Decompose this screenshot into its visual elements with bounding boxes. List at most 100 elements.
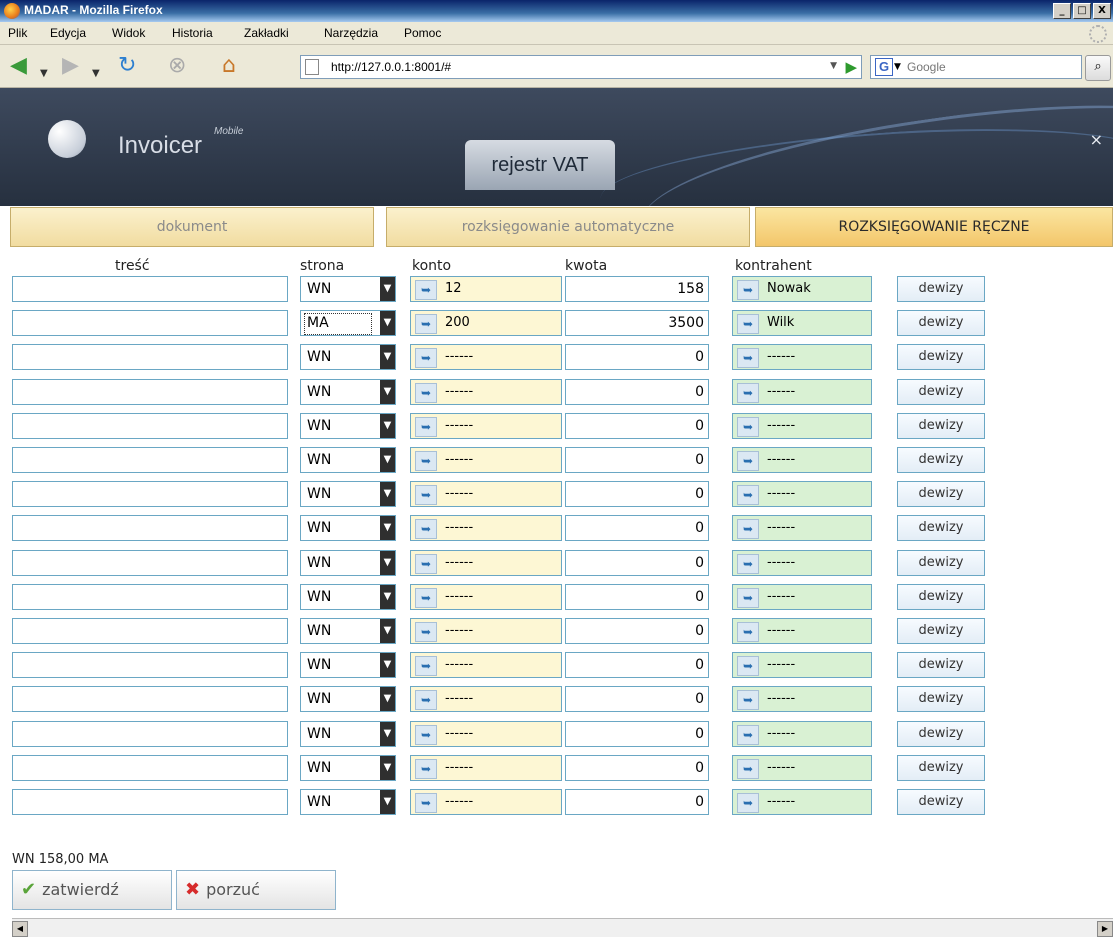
- kontrahent-picker[interactable]: ➥ ------: [732, 584, 872, 610]
- chevron-down-icon[interactable]: ▼: [380, 482, 395, 506]
- dewizy-button[interactable]: dewizy: [897, 276, 985, 302]
- chevron-down-icon[interactable]: ▼: [380, 551, 395, 575]
- pick-arrow-icon[interactable]: ➥: [737, 725, 759, 745]
- close-icon[interactable]: ×: [1090, 130, 1103, 149]
- menu-zakladki[interactable]: Zakładki: [244, 26, 289, 40]
- kwota-input[interactable]: 0: [565, 481, 709, 507]
- search-bar[interactable]: G ▼ Google: [870, 55, 1082, 79]
- kontrahent-picker[interactable]: ➥ ------: [732, 550, 872, 576]
- pick-arrow-icon[interactable]: ➥: [415, 417, 437, 437]
- konto-picker[interactable]: ➥ ------: [410, 344, 562, 370]
- dewizy-button[interactable]: dewizy: [897, 379, 985, 405]
- dewizy-button[interactable]: dewizy: [897, 584, 985, 610]
- pick-arrow-icon[interactable]: ➥: [415, 759, 437, 779]
- chevron-down-icon[interactable]: ▼: [380, 414, 395, 438]
- minimize-button[interactable]: _: [1053, 3, 1071, 19]
- url-text[interactable]: http://127.0.0.1:8001/#: [331, 60, 451, 74]
- tresc-input[interactable]: [12, 515, 288, 541]
- scroll-left-icon[interactable]: ◀: [12, 921, 28, 937]
- pick-arrow-icon[interactable]: ➥: [737, 383, 759, 403]
- back-dropdown-icon[interactable]: ▼: [40, 61, 48, 87]
- pick-arrow-icon[interactable]: ➥: [737, 519, 759, 539]
- pick-arrow-icon[interactable]: ➥: [415, 348, 437, 368]
- kwota-input[interactable]: 0: [565, 344, 709, 370]
- chevron-down-icon[interactable]: ▼: [380, 756, 395, 780]
- kontrahent-picker[interactable]: ➥ Wilk: [732, 310, 872, 336]
- pick-arrow-icon[interactable]: ➥: [737, 348, 759, 368]
- go-icon[interactable]: ▶: [845, 58, 857, 76]
- dewizy-button[interactable]: dewizy: [897, 652, 985, 678]
- search-placeholder[interactable]: Google: [907, 60, 946, 74]
- konto-picker[interactable]: ➥ ------: [410, 481, 562, 507]
- tresc-input[interactable]: [12, 686, 288, 712]
- pick-arrow-icon[interactable]: ➥: [737, 588, 759, 608]
- chevron-down-icon[interactable]: ▼: [380, 619, 395, 643]
- pick-arrow-icon[interactable]: ➥: [737, 554, 759, 574]
- chevron-down-icon[interactable]: ▼: [380, 345, 395, 369]
- konto-picker[interactable]: ➥ 200: [410, 310, 562, 336]
- dewizy-button[interactable]: dewizy: [897, 686, 985, 712]
- konto-picker[interactable]: ➥ ------: [410, 618, 562, 644]
- dewizy-button[interactable]: dewizy: [897, 447, 985, 473]
- konto-picker[interactable]: ➥ ------: [410, 789, 562, 815]
- strona-select[interactable]: WN ▼: [300, 618, 396, 644]
- discard-button[interactable]: ✖ porzuć: [176, 870, 336, 910]
- menu-plik[interactable]: Plik: [8, 26, 27, 40]
- menu-pomoc[interactable]: Pomoc: [404, 26, 441, 40]
- konto-picker[interactable]: ➥ ------: [410, 379, 562, 405]
- kontrahent-picker[interactable]: ➥ ------: [732, 515, 872, 541]
- konto-picker[interactable]: ➥ 12: [410, 276, 562, 302]
- konto-picker[interactable]: ➥ ------: [410, 652, 562, 678]
- pick-arrow-icon[interactable]: ➥: [415, 519, 437, 539]
- pick-arrow-icon[interactable]: ➥: [415, 280, 437, 300]
- chevron-down-icon[interactable]: ▼: [380, 277, 395, 301]
- chevron-down-icon[interactable]: ▼: [380, 790, 395, 814]
- tresc-input[interactable]: [12, 721, 288, 747]
- tab-rozksiegowanie-reczne[interactable]: ROZKSIĘGOWANIE RĘCZNE: [755, 207, 1113, 247]
- dewizy-button[interactable]: dewizy: [897, 618, 985, 644]
- tab-rozksiegowanie-automatyczne[interactable]: rozksięgowanie automatyczne: [386, 207, 750, 247]
- strona-select[interactable]: WN ▼: [300, 686, 396, 712]
- pick-arrow-icon[interactable]: ➥: [737, 451, 759, 471]
- strona-select[interactable]: WN ▼: [300, 379, 396, 405]
- chevron-down-icon[interactable]: ▼: [380, 722, 395, 746]
- kwota-input[interactable]: 0: [565, 789, 709, 815]
- tab-rejestr-vat[interactable]: rejestr VAT: [465, 140, 615, 190]
- konto-picker[interactable]: ➥ ------: [410, 755, 562, 781]
- strona-select[interactable]: WN ▼: [300, 721, 396, 747]
- kontrahent-picker[interactable]: ➥ ------: [732, 755, 872, 781]
- konto-picker[interactable]: ➥ ------: [410, 584, 562, 610]
- strona-select[interactable]: WN ▼: [300, 276, 396, 302]
- kontrahent-picker[interactable]: ➥ ------: [732, 413, 872, 439]
- dewizy-button[interactable]: dewizy: [897, 413, 985, 439]
- dewizy-button[interactable]: dewizy: [897, 481, 985, 507]
- horizontal-scrollbar[interactable]: ◀ ▶: [12, 918, 1113, 937]
- dewizy-button[interactable]: dewizy: [897, 344, 985, 370]
- tresc-input[interactable]: [12, 413, 288, 439]
- forward-dropdown-icon[interactable]: ▼: [92, 61, 100, 87]
- tab-dokument[interactable]: dokument: [10, 207, 374, 247]
- tresc-input[interactable]: [12, 550, 288, 576]
- pick-arrow-icon[interactable]: ➥: [737, 314, 759, 334]
- pick-arrow-icon[interactable]: ➥: [415, 485, 437, 505]
- kontrahent-picker[interactable]: ➥ ------: [732, 652, 872, 678]
- pick-arrow-icon[interactable]: ➥: [737, 280, 759, 300]
- search-engine-icon[interactable]: G: [875, 58, 893, 76]
- scroll-right-icon[interactable]: ▶: [1097, 921, 1113, 937]
- menu-edycja[interactable]: Edycja: [50, 26, 86, 40]
- kontrahent-picker[interactable]: ➥ ------: [732, 379, 872, 405]
- kwota-input[interactable]: 0: [565, 755, 709, 781]
- tresc-input[interactable]: [12, 584, 288, 610]
- tresc-input[interactable]: [12, 276, 288, 302]
- pick-arrow-icon[interactable]: ➥: [415, 622, 437, 642]
- chevron-down-icon[interactable]: ▼: [380, 311, 395, 335]
- kontrahent-picker[interactable]: ➥ ------: [732, 721, 872, 747]
- kwota-input[interactable]: 0: [565, 550, 709, 576]
- strona-select[interactable]: MA ▼: [300, 310, 396, 336]
- kontrahent-picker[interactable]: ➥ ------: [732, 344, 872, 370]
- confirm-button[interactable]: ✔ zatwierdź: [12, 870, 172, 910]
- pick-arrow-icon[interactable]: ➥: [415, 725, 437, 745]
- chevron-down-icon[interactable]: ▼: [380, 380, 395, 404]
- kwota-input[interactable]: 0: [565, 652, 709, 678]
- tresc-input[interactable]: [12, 310, 288, 336]
